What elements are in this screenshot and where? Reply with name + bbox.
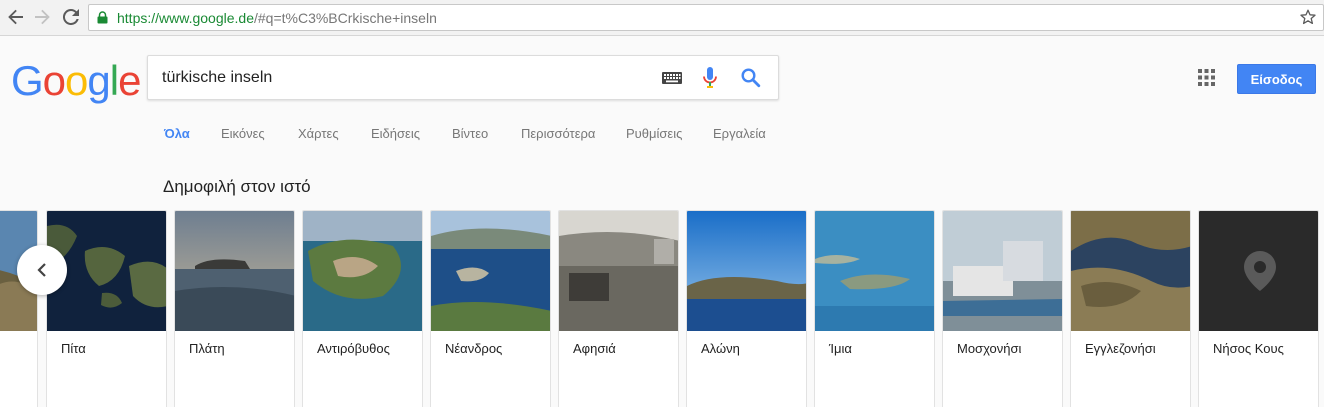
carousel-prev-button[interactable]: [17, 245, 67, 295]
carousel-card-antirovythos[interactable]: Αντιρόβυθος: [302, 210, 423, 407]
forward-arrow-icon: [35, 9, 50, 25]
carousel-card-englezonisi[interactable]: Εγγλεζονήσι: [1070, 210, 1191, 407]
carousel-card-afisia[interactable]: Αφησιά: [558, 210, 679, 407]
card-label: Ίμια: [829, 341, 852, 356]
tab-more[interactable]: Περισσότερα: [521, 126, 595, 141]
reload-button[interactable]: [60, 6, 82, 28]
tab-news[interactable]: Ειδήσεις: [371, 126, 420, 141]
carousel-card-pita[interactable]: Πίτα: [46, 210, 167, 407]
card-image: [559, 211, 678, 331]
card-label: Νήσος Κους: [1213, 341, 1284, 356]
card-label: Νέανδρος: [445, 341, 503, 356]
card-label: Πίτα: [61, 341, 86, 356]
card-image: [175, 211, 294, 331]
card-label: Αντιρόβυθος: [317, 341, 390, 356]
card-label: Πλάτη: [189, 341, 225, 356]
signin-button[interactable]: Είσοδος: [1237, 64, 1316, 94]
carousel-card-moschonisi[interactable]: Μοσχονήσι: [942, 210, 1063, 407]
carousel-card-aloni[interactable]: Αλώνη: [686, 210, 807, 407]
star-icon[interactable]: [1300, 9, 1316, 25]
tab-images[interactable]: Εικόνες: [221, 126, 265, 141]
card-image: [303, 211, 422, 331]
card-image: [1071, 211, 1190, 331]
carousel-card-imia[interactable]: Ίμια: [814, 210, 935, 407]
chevron-left-icon: [37, 263, 46, 277]
back-button[interactable]: [5, 6, 27, 28]
card-label: Μοσχονήσι: [957, 341, 1022, 356]
search-box: [147, 55, 779, 100]
tab-settings[interactable]: Ρυθμίσεις: [626, 126, 682, 141]
card-image: [943, 211, 1062, 331]
card-label: Αλώνη: [701, 341, 740, 356]
tab-maps[interactable]: Χάρτες: [298, 126, 339, 141]
search-tabs: Όλα Εικόνες Χάρτες Ειδήσεις Βίντεο Περισ…: [0, 126, 1324, 148]
carousel-card-kos[interactable]: Νήσος Κους: [1198, 210, 1319, 407]
reload-icon: [63, 9, 79, 25]
tab-all[interactable]: Όλα: [164, 126, 190, 141]
carousel-card-plati[interactable]: Πλάτη: [174, 210, 295, 407]
tab-videos[interactable]: Βίντεο: [452, 126, 488, 141]
search-icon[interactable]: [741, 68, 761, 88]
island-carousel: Πίτα Πλάτη Αντιρόβυθος Νέανδρος Αφησιά Α…: [0, 210, 1324, 407]
google-logo[interactable]: Google: [11, 60, 141, 102]
carousel-card-neandros[interactable]: Νέανδρος: [430, 210, 551, 407]
card-image: [687, 211, 806, 331]
back-arrow-icon: [8, 9, 23, 25]
url-text: https://www.google.de/#q=t%C3%BCrkische+…: [117, 10, 437, 26]
mic-icon[interactable]: [703, 67, 717, 89]
map-pin-icon: [1243, 251, 1276, 291]
carousel-title: Δημοφιλή στον ιστό: [163, 177, 311, 196]
keyboard-icon[interactable]: [662, 72, 682, 84]
forward-button[interactable]: [31, 6, 53, 28]
carousel-card-partial[interactable]: [0, 210, 38, 407]
card-label: Εγγλεζονήσι: [1085, 341, 1156, 356]
card-image: [431, 211, 550, 331]
apps-grid-icon[interactable]: [1198, 69, 1215, 86]
card-image-placeholder: [1199, 211, 1318, 331]
lock-icon: [97, 11, 108, 24]
card-image: [815, 211, 934, 331]
tab-tools[interactable]: Εργαλεία: [713, 126, 766, 141]
search-input[interactable]: [162, 67, 642, 89]
browser-toolbar: https://www.google.de/#q=t%C3%BCrkische+…: [0, 0, 1324, 36]
address-bar[interactable]: https://www.google.de/#q=t%C3%BCrkische+…: [88, 4, 1324, 31]
card-label: Αφησιά: [573, 341, 616, 356]
